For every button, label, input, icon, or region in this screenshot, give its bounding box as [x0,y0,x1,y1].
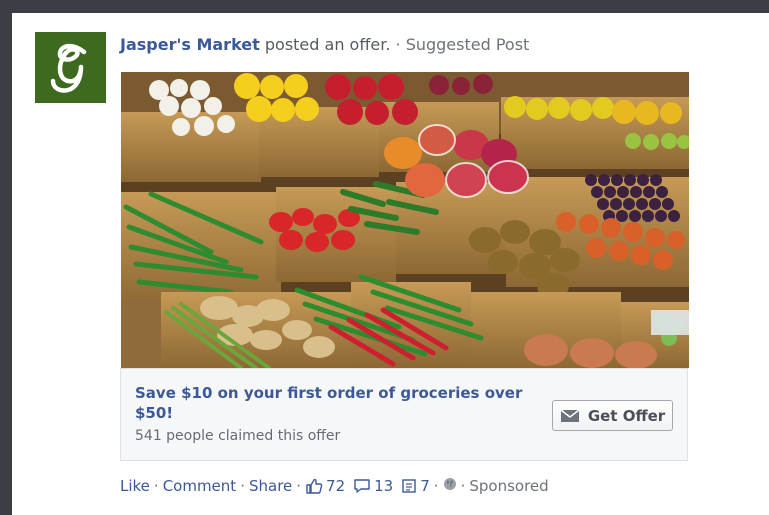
page-avatar[interactable] [35,32,106,103]
globe-icon [443,476,457,496]
post-card: Jasper's Market posted an offer. · Sugge… [12,13,769,515]
thumbs-up-icon [305,478,323,494]
likes-count: 72 [326,477,346,495]
like-link[interactable]: Like [120,476,150,496]
separator-dot: · [296,477,302,495]
share-icon [401,478,417,494]
likes-count-link[interactable]: 72 [305,476,345,496]
header-separator: · [395,35,401,54]
post-actions: Like · Comment · Share · 72 13 7 · · Spo… [120,476,549,496]
offer-image[interactable] [121,72,689,368]
separator-dot: · [433,477,439,495]
script-j-logo-icon [35,32,106,103]
sponsored-label: Sponsored [469,477,549,495]
share-link[interactable]: Share [249,476,292,496]
offer-title-link[interactable]: Save $10 on your first order of grocerie… [135,383,525,423]
mail-icon [560,408,580,423]
comment-bubble-icon [353,478,371,494]
page-name-link[interactable]: Jasper's Market [120,35,260,54]
separator-dot: · [460,477,466,495]
get-offer-label: Get Offer [587,406,666,425]
comments-count-link[interactable]: 13 [353,476,393,496]
shares-count: 7 [420,477,430,495]
separator-dot: · [240,477,245,495]
post-action-text: posted an offer. [264,35,391,54]
offer-claims-text: 541 people claimed this offer [135,428,341,444]
get-offer-button[interactable]: Get Offer [552,400,673,431]
offer-box: Save $10 on your first order of grocerie… [120,368,688,461]
suggested-post-label: Suggested Post [405,35,530,54]
shares-count-link[interactable]: 7 [401,476,430,496]
comments-count: 13 [374,477,394,495]
post-header: Jasper's Market posted an offer. · Sugge… [120,35,529,55]
separator-dot: · [153,477,159,495]
comment-link[interactable]: Comment [163,476,237,496]
